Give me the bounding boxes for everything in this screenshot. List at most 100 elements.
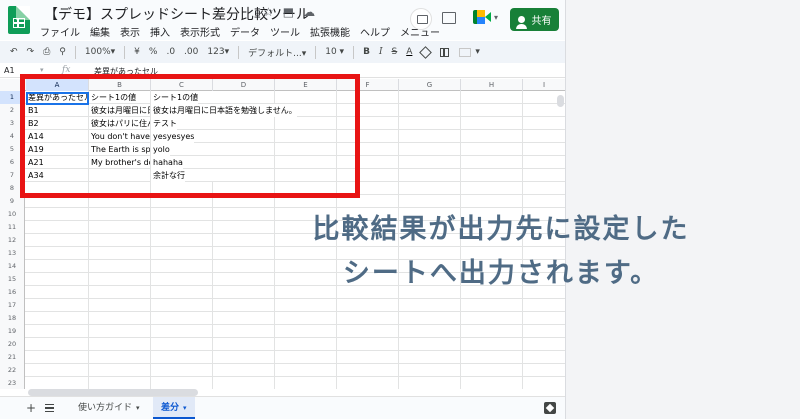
decrease-decimal-button[interactable]: .0	[166, 47, 175, 57]
grid-cell[interactable]	[26, 221, 89, 234]
grid-cell[interactable]	[26, 260, 89, 273]
grid-cell[interactable]	[26, 208, 89, 221]
grid-cell[interactable]	[151, 377, 213, 389]
grid-cell[interactable]	[275, 325, 337, 338]
meet-icon[interactable]	[473, 10, 491, 24]
comment-icon[interactable]	[442, 12, 456, 24]
grid-cell[interactable]	[399, 312, 461, 325]
strikethrough-button[interactable]: S	[392, 47, 398, 57]
sheets-logo-icon[interactable]	[8, 6, 30, 34]
row-header[interactable]: 10	[0, 208, 25, 221]
grid-cell[interactable]	[461, 169, 523, 182]
grid-cell[interactable]	[399, 195, 461, 208]
grid-cell[interactable]	[399, 91, 461, 104]
grid-cell[interactable]	[151, 325, 213, 338]
grid-cell[interactable]	[213, 338, 275, 351]
meet-dropdown-icon[interactable]: ▾	[494, 13, 498, 22]
grid-cell[interactable]	[151, 338, 213, 351]
grid-cell[interactable]	[26, 377, 89, 389]
horizontal-scrollbar[interactable]	[28, 389, 558, 396]
grid-cell[interactable]	[399, 130, 461, 143]
grid-cell[interactable]	[399, 143, 461, 156]
row-header[interactable]: 14	[0, 260, 25, 273]
grid-cell[interactable]	[213, 299, 275, 312]
zoom-select[interactable]: 100%▾	[85, 47, 115, 57]
grid-cell[interactable]	[337, 377, 399, 389]
paint-format-icon[interactable]: ⚲	[59, 47, 66, 57]
add-sheet-button[interactable]: +	[26, 401, 36, 415]
italic-button[interactable]: I	[379, 47, 383, 57]
grid-cell[interactable]	[89, 325, 151, 338]
menu-edit[interactable]: 編集	[90, 24, 110, 39]
grid-cell[interactable]	[151, 286, 213, 299]
grid-cell[interactable]	[151, 260, 213, 273]
all-sheets-icon[interactable]	[45, 404, 54, 412]
grid-cell[interactable]	[213, 312, 275, 325]
grid-cell[interactable]	[26, 273, 89, 286]
row-header[interactable]: 17	[0, 299, 25, 312]
star-icon[interactable]: ☆	[263, 5, 274, 19]
menu-tools[interactable]: ツール	[270, 24, 300, 39]
grid-cell[interactable]	[399, 364, 461, 377]
grid-cell[interactable]	[26, 234, 89, 247]
percent-format-button[interactable]: %	[149, 47, 158, 57]
bold-button[interactable]: B	[363, 47, 370, 57]
grid-cell[interactable]	[461, 377, 523, 389]
grid-cell[interactable]	[151, 221, 213, 234]
grid-cell[interactable]	[26, 312, 89, 325]
grid-cell[interactable]	[337, 364, 399, 377]
increase-decimal-button[interactable]: .00	[184, 47, 198, 57]
font-size-select[interactable]: 10 ▾	[325, 47, 344, 57]
undo-icon[interactable]: ↶	[10, 47, 18, 57]
font-select[interactable]: デフォルト...▾	[248, 46, 306, 59]
grid-cell[interactable]	[26, 247, 89, 260]
grid-cell[interactable]	[461, 299, 523, 312]
grid-cell[interactable]	[151, 247, 213, 260]
grid-cell[interactable]	[461, 143, 523, 156]
grid-cell[interactable]	[461, 182, 523, 195]
grid-cell[interactable]	[275, 351, 337, 364]
menu-data[interactable]: データ	[230, 24, 260, 39]
grid-cell[interactable]	[89, 338, 151, 351]
menu-help[interactable]: ヘルプ	[360, 24, 390, 39]
grid-cell[interactable]	[26, 364, 89, 377]
row-header[interactable]: 21	[0, 351, 25, 364]
grid-cell[interactable]	[89, 299, 151, 312]
move-folder-icon[interactable]: ⬒	[283, 5, 294, 19]
grid-cell[interactable]	[26, 325, 89, 338]
column-header-i[interactable]: I	[523, 79, 565, 91]
currency-format-button[interactable]: ¥	[134, 47, 140, 57]
grid-cell[interactable]	[461, 91, 523, 104]
grid-cell[interactable]	[399, 338, 461, 351]
grid-cell[interactable]	[89, 312, 151, 325]
grid-cell[interactable]	[26, 286, 89, 299]
grid-cell[interactable]	[461, 195, 523, 208]
name-box[interactable]: A1	[4, 66, 15, 75]
grid-cell[interactable]	[461, 325, 523, 338]
menu-insert[interactable]: 挿入	[150, 24, 170, 39]
redo-icon[interactable]: ↷	[27, 47, 35, 57]
grid-cell[interactable]	[89, 286, 151, 299]
grid-cell[interactable]	[151, 299, 213, 312]
grid-cell[interactable]	[26, 299, 89, 312]
grid-cell[interactable]	[275, 338, 337, 351]
grid-cell[interactable]	[461, 130, 523, 143]
grid-cell[interactable]	[89, 208, 151, 221]
grid-cell[interactable]	[275, 312, 337, 325]
grid-cell[interactable]	[26, 351, 89, 364]
column-header-g[interactable]: G	[399, 79, 461, 91]
grid-cell[interactable]	[89, 351, 151, 364]
grid-cell[interactable]	[461, 156, 523, 169]
grid-cell[interactable]	[399, 325, 461, 338]
grid-cell[interactable]	[151, 364, 213, 377]
grid-cell[interactable]	[461, 312, 523, 325]
menu-view[interactable]: 表示	[120, 24, 140, 39]
row-header[interactable]: 18	[0, 312, 25, 325]
cloud-status-icon[interactable]: ☁	[303, 5, 315, 19]
grid-cell[interactable]	[89, 247, 151, 260]
grid-cell[interactable]	[89, 234, 151, 247]
grid-cell[interactable]	[399, 117, 461, 130]
row-header[interactable]: 11	[0, 221, 25, 234]
menu-file[interactable]: ファイル	[40, 24, 80, 39]
tab-guide[interactable]: 使い方ガイド ▾	[70, 397, 148, 419]
